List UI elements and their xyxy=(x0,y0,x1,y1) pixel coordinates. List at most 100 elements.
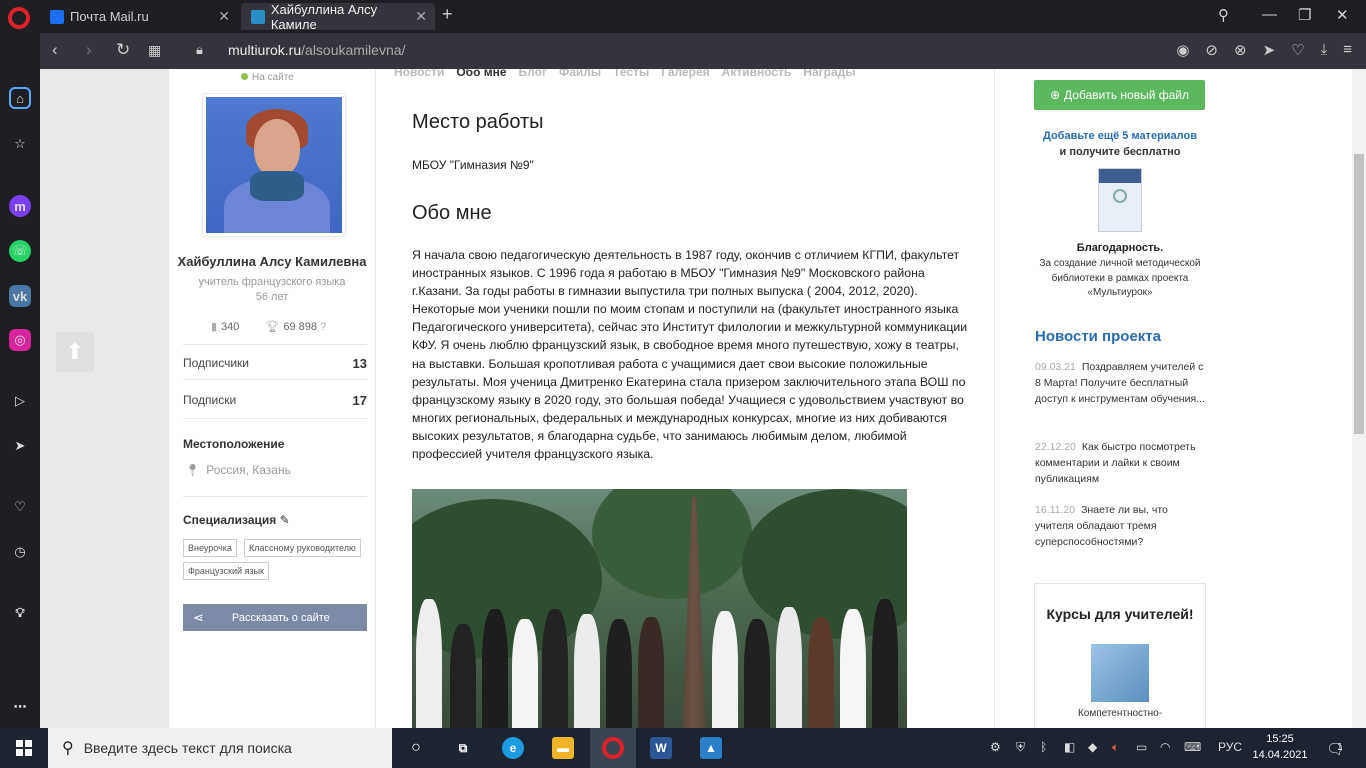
online-status: На сайте xyxy=(241,72,294,83)
close-icon[interactable]: ✕ xyxy=(415,8,427,25)
scroll-up-button[interactable]: ⬆ xyxy=(56,332,94,372)
class-photo[interactable] xyxy=(412,489,907,728)
taskbar-search[interactable]: ⚲ Введите здесь текст для поиска xyxy=(48,728,392,768)
courses-banner[interactable]: Курсы для учителей! Компетентностно- xyxy=(1034,583,1206,728)
heart-icon[interactable]: ♡ xyxy=(1291,41,1304,59)
volume-icon[interactable]: 🔈︎ xyxy=(1112,740,1119,755)
news-item[interactable]: 09.03.21 Поздравляем учителей с 8 Марта! … xyxy=(1035,359,1207,407)
subscriptions-row[interactable]: Подписки 17 xyxy=(183,393,367,408)
player-icon[interactable]: ▷ xyxy=(9,390,31,412)
profile-age: 56 лет xyxy=(255,291,289,303)
news-item[interactable]: 22.12.20 Как быстро посмотреть комментари… xyxy=(1035,439,1207,487)
restore-icon[interactable]: ❐ xyxy=(1298,6,1311,24)
history-icon[interactable]: ◷ xyxy=(9,541,31,563)
bulb-icon[interactable]: 💡︎ xyxy=(9,602,31,624)
tag-extracurricular[interactable]: Внеурочка xyxy=(183,539,237,557)
close-icon[interactable]: ✕ xyxy=(218,8,230,25)
tab-profile[interactable]: Хайбуллина Алсу Камиле ✕ xyxy=(241,2,435,32)
tag-french[interactable]: Французский язык xyxy=(183,562,269,580)
profile-tabs: Новости Обо мне Блог Файлы Тесты Галерея… xyxy=(394,69,856,79)
certificate-image[interactable] xyxy=(1098,168,1142,232)
multiurok-icon xyxy=(251,9,265,24)
avatar[interactable] xyxy=(203,94,345,236)
location-heading: Местоположение xyxy=(183,437,285,451)
certificate-desc: За создание личной методической библиоте… xyxy=(1039,258,1201,299)
work-place: МБОУ "Гимназия №9" xyxy=(412,158,534,172)
adblock-icon[interactable]: ⊘ xyxy=(1205,41,1218,59)
security-icon[interactable]: ⛨ xyxy=(1016,740,1025,755)
vpn-icon[interactable]: ⊗ xyxy=(1234,41,1247,59)
share-button[interactable]: ⋖ Рассказать о сайте xyxy=(183,604,367,631)
new-tab-button[interactable]: + xyxy=(442,4,453,25)
antivirus-icon[interactable]: ◆ xyxy=(1088,740,1097,754)
news-heading[interactable]: Новости проекта xyxy=(1035,328,1161,345)
tab-gallery[interactable]: Галерея xyxy=(661,69,709,79)
people-icon[interactable]: ⚙ xyxy=(990,740,1001,754)
messenger-icon[interactable]: m xyxy=(9,195,31,217)
bluetooth-icon[interactable]: ᛒ xyxy=(1040,740,1047,754)
tab-news[interactable]: Новости xyxy=(394,69,444,79)
url-field[interactable]: multiurok.ru/alsoukamilevna/ xyxy=(228,42,405,58)
edge-icon[interactable]: e xyxy=(502,737,524,759)
tab-activity[interactable]: Активность xyxy=(722,69,792,79)
tab-about[interactable]: Обо мне xyxy=(456,69,506,79)
scroll-thumb[interactable] xyxy=(1354,154,1364,434)
trophy-icon: 🏆︎ xyxy=(265,321,280,333)
download-icon[interactable]: ⤓ xyxy=(1321,41,1328,59)
profile-name: Хайбуллина Алсу Камилевна xyxy=(177,254,367,269)
tab-awards[interactable]: Награды xyxy=(803,69,855,79)
opera-taskbar-icon[interactable] xyxy=(602,737,624,759)
edit-icon[interactable]: ✎ xyxy=(280,513,290,527)
home-icon[interactable]: ⌂ xyxy=(9,87,31,109)
wifi-icon[interactable]: ◠ xyxy=(1160,740,1170,754)
minimize-icon[interactable]: — xyxy=(1262,6,1277,23)
page-scrollbar[interactable] xyxy=(1352,69,1366,728)
instagram-icon[interactable]: ◎ xyxy=(9,329,31,351)
heart-icon[interactable]: ♡ xyxy=(9,496,31,518)
subscribers-row[interactable]: Подписчики 13 xyxy=(183,356,367,371)
news-item[interactable]: 16.11.20 Знаете ли вы, что учителя облада… xyxy=(1035,502,1207,550)
back-icon[interactable]: ‹ xyxy=(52,40,58,60)
photos-icon[interactable]: ▲ xyxy=(700,737,722,759)
forward-icon[interactable]: › xyxy=(86,40,92,60)
tab-mail[interactable]: Почта Mail.ru ✕ xyxy=(40,3,238,30)
camera-icon[interactable]: ◉ xyxy=(1176,41,1189,59)
web-page: ⬆ На сайте Хайбуллина Алсу Камилевна учи… xyxy=(40,69,1366,728)
help-icon[interactable]: ? xyxy=(320,321,326,333)
language-indicator[interactable]: РУС xyxy=(1218,740,1242,754)
word-icon[interactable]: W xyxy=(650,737,672,759)
app-tray-icon[interactable]: ◧ xyxy=(1064,740,1075,754)
file-explorer-icon[interactable]: ▬ xyxy=(552,737,574,759)
clock[interactable]: 15:25 14.04.2021 xyxy=(1250,731,1310,763)
tag-class-teacher[interactable]: Классному руководителю xyxy=(244,539,361,557)
network-icon[interactable]: ▭ xyxy=(1136,740,1147,754)
promo-text: Добавьте ещё 5 материалов и получите бес… xyxy=(1042,130,1197,158)
opera-sidebar: ⌂ ☆ m ☏ vk ◎ ▷ ➤ ♡ ◷ 💡︎ ⋯ xyxy=(0,33,40,728)
main-content: Новости Обо мне Блог Файлы Тесты Галерея… xyxy=(376,69,994,728)
send-icon[interactable]: ➤ xyxy=(9,435,31,457)
pin-icon: 📍︎ xyxy=(185,463,201,477)
lock-icon: 🔒︎ xyxy=(196,42,203,57)
reload-icon[interactable]: ↻ xyxy=(116,40,130,60)
tab-blog[interactable]: Блог xyxy=(519,69,547,79)
keyboard-icon[interactable]: ⌨ xyxy=(1184,740,1201,754)
cortana-icon[interactable]: ○ xyxy=(405,737,427,759)
profile-role: учитель французского языка xyxy=(198,276,346,288)
star-icon[interactable]: ☆ xyxy=(9,133,31,155)
close-window-icon[interactable]: ✕ xyxy=(1336,6,1349,24)
search-tabs-icon[interactable]: ⚲ xyxy=(1218,6,1229,24)
work-heading: Место работы xyxy=(412,111,544,133)
task-view-icon[interactable]: ⧉ xyxy=(452,737,474,759)
tab-tests[interactable]: Тесты xyxy=(613,69,649,79)
tab-files[interactable]: Файлы xyxy=(559,69,601,79)
windows-start-icon[interactable] xyxy=(16,740,32,756)
whatsapp-icon[interactable]: ☏ xyxy=(9,240,31,262)
menu-icon[interactable]: ≡ xyxy=(1343,41,1352,59)
tabs-grid-icon[interactable]: ▦ xyxy=(148,42,161,59)
opera-menu-icon[interactable] xyxy=(8,7,30,29)
vk-icon[interactable]: vk xyxy=(9,285,31,307)
add-file-button[interactable]: ⊕ Добавить новый файл xyxy=(1034,80,1205,110)
send-icon[interactable]: ➤ xyxy=(1263,41,1276,59)
more-icon[interactable]: ⋯ xyxy=(9,696,31,718)
certificate-title: Благодарность. xyxy=(1076,242,1164,254)
